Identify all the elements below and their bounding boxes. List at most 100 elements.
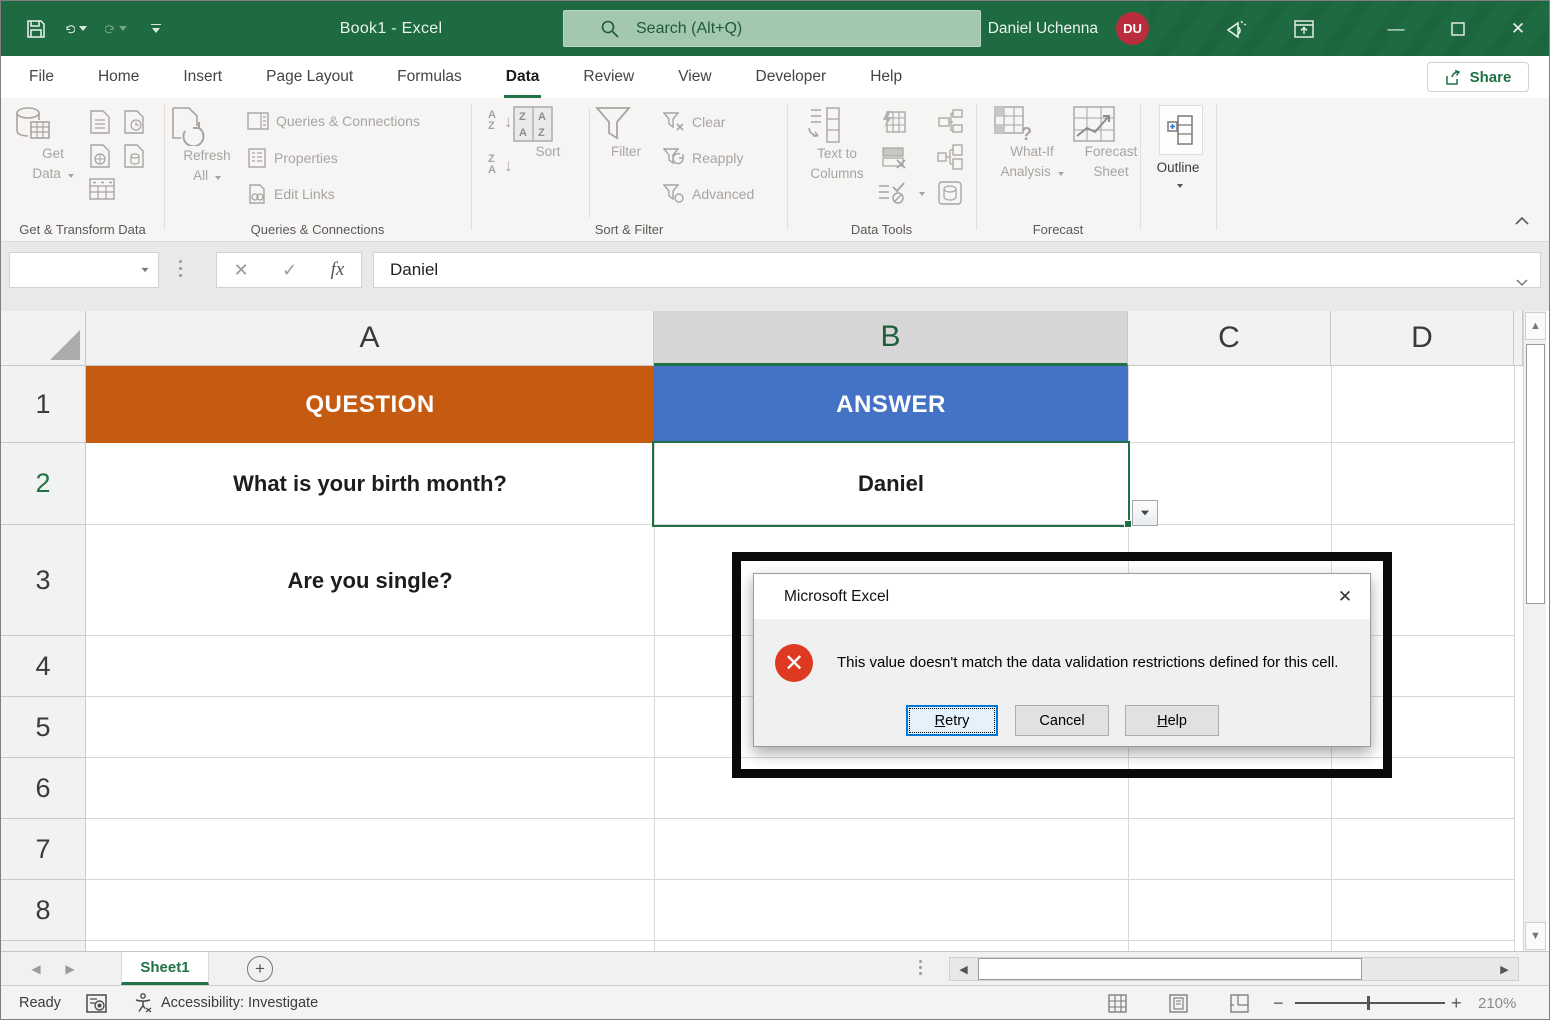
page-break-preview-icon[interactable] [1230, 994, 1249, 1013]
consolidate-icon[interactable] [937, 108, 963, 134]
normal-view-icon[interactable] [1108, 994, 1127, 1013]
outline-button[interactable] [1159, 105, 1203, 155]
scroll-right-arrow[interactable]: ▶ [1491, 958, 1518, 980]
edit-links-button: Edit Links [247, 184, 335, 204]
data-validation-icon[interactable] [877, 182, 907, 204]
tab-home[interactable]: Home [76, 56, 161, 98]
cell-b1[interactable]: ANSWER [654, 366, 1128, 443]
retry-button[interactable]: Retry [906, 705, 998, 736]
tab-help[interactable]: Help [848, 56, 924, 98]
undo-icon[interactable] [65, 18, 87, 40]
filter-icon [595, 106, 657, 142]
formula-input[interactable]: Daniel [373, 252, 1541, 288]
save-icon[interactable] [25, 18, 47, 40]
zoom-out-icon[interactable]: − [1273, 993, 1284, 1014]
sort-za-icon: ZA [488, 154, 496, 176]
cancel-button[interactable]: Cancel [1015, 705, 1109, 736]
vertical-scroll-thumb[interactable] [1526, 344, 1545, 604]
name-box[interactable] [9, 252, 159, 288]
data-validation-chevron[interactable] [919, 192, 925, 196]
search-input[interactable]: Search (Alt+Q) [563, 10, 981, 47]
row-header-7[interactable]: 7 [1, 819, 86, 880]
data-validation-dropdown-button[interactable] [1132, 500, 1158, 526]
manage-data-model-icon[interactable] [937, 180, 963, 206]
column-header-b[interactable]: B [654, 311, 1128, 366]
tab-bar-resize-handle[interactable] [919, 960, 922, 975]
row-header-2[interactable]: 2 [1, 443, 86, 525]
sheet-nav-left-icon[interactable]: ◀ [21, 952, 51, 986]
sheet-tab-sheet1[interactable]: Sheet1 [121, 952, 209, 985]
tab-review[interactable]: Review [561, 56, 656, 98]
row-header-1[interactable]: 1 [1, 366, 86, 443]
status-ready: Ready [19, 986, 61, 1020]
coming-soon-icon[interactable] [1213, 1, 1259, 56]
maximize-button[interactable] [1435, 1, 1481, 56]
scroll-left-arrow[interactable]: ◀ [950, 958, 977, 980]
get-data-icon [15, 106, 91, 144]
cancel-entry-icon[interactable]: ✕ [234, 260, 249, 281]
column-header-a[interactable]: A [86, 311, 654, 366]
from-text-csv-icon[interactable] [89, 110, 111, 134]
name-box-chevron[interactable] [142, 268, 149, 272]
minimize-button[interactable]: — [1373, 1, 1419, 56]
new-sheet-button[interactable]: + [247, 956, 273, 982]
sheet-nav-right-icon[interactable]: ▶ [55, 952, 85, 986]
cell-a1[interactable]: QUESTION [86, 366, 654, 443]
expand-formula-bar-chevron[interactable] [1516, 279, 1528, 287]
cell-a3[interactable]: Are you single? [86, 525, 654, 636]
existing-connections-icon[interactable] [89, 178, 115, 200]
ribbon-display-options-icon[interactable] [1281, 1, 1327, 56]
sort-az-arrow: ↓ [504, 112, 513, 132]
tab-insert[interactable]: Insert [161, 56, 244, 98]
formula-bar-handle[interactable] [179, 260, 182, 277]
advanced-filter-button: Advanced [663, 184, 754, 204]
scroll-up-arrow[interactable]: ▲ [1525, 312, 1546, 340]
tab-data[interactable]: Data [484, 56, 562, 98]
row-header-8[interactable]: 8 [1, 880, 86, 941]
recent-sources-icon[interactable] [123, 110, 145, 134]
close-button[interactable]: ✕ [1495, 1, 1541, 56]
fill-handle[interactable] [1124, 520, 1132, 528]
vertical-scrollbar[interactable]: ▲ ▼ [1523, 311, 1546, 951]
zoom-slider-thumb[interactable] [1367, 996, 1370, 1010]
insert-function-icon[interactable]: fx [331, 259, 345, 281]
horizontal-scroll-thumb[interactable] [978, 958, 1362, 980]
tab-developer[interactable]: Developer [734, 56, 849, 98]
refresh-all-icon [169, 106, 245, 146]
collapse-ribbon-icon[interactable] [1515, 216, 1529, 225]
row-header-5[interactable]: 5 [1, 697, 86, 758]
cell-a2[interactable]: What is your birth month? [86, 443, 654, 525]
column-header-c[interactable]: C [1128, 311, 1331, 366]
remove-duplicates-icon[interactable] [881, 146, 907, 170]
share-button[interactable]: Share [1427, 62, 1529, 92]
tab-view[interactable]: View [656, 56, 733, 98]
row-header-3[interactable]: 3 [1, 525, 86, 636]
zoom-in-icon[interactable]: + [1451, 993, 1462, 1014]
avatar[interactable]: DU [1116, 12, 1149, 45]
flash-fill-icon[interactable] [881, 110, 907, 134]
macro-record-icon[interactable] [86, 986, 107, 1020]
account-area[interactable]: Daniel Uchenna DU [988, 1, 1149, 56]
help-button[interactable]: Help [1125, 705, 1219, 736]
from-table-range-icon[interactable] [123, 144, 145, 168]
horizontal-scrollbar[interactable]: ◀ ▶ [949, 957, 1519, 981]
zoom-level[interactable]: 210% [1478, 986, 1516, 1020]
row-header-6[interactable]: 6 [1, 758, 86, 819]
column-header-d[interactable]: D [1331, 311, 1514, 366]
enter-entry-icon[interactable]: ✓ [282, 260, 297, 281]
scroll-down-arrow[interactable]: ▼ [1525, 922, 1546, 950]
select-all-corner[interactable] [1, 311, 86, 366]
accessibility-status[interactable]: Accessibility: Investigate [133, 986, 318, 1020]
row-header-4[interactable]: 4 [1, 636, 86, 697]
tab-page-layout[interactable]: Page Layout [244, 56, 375, 98]
page-layout-view-icon[interactable] [1169, 994, 1188, 1013]
zoom-slider[interactable] [1295, 1002, 1445, 1004]
outline-chevron[interactable] [1177, 184, 1183, 188]
from-web-icon[interactable] [89, 144, 111, 168]
dialog-close-icon[interactable]: ✕ [1320, 574, 1370, 619]
relationships-icon[interactable] [937, 144, 963, 170]
get-data-button[interactable]: Get Data [15, 106, 91, 183]
tab-file[interactable]: File [7, 56, 76, 98]
customize-qat-icon[interactable] [145, 18, 167, 40]
tab-formulas[interactable]: Formulas [375, 56, 484, 98]
